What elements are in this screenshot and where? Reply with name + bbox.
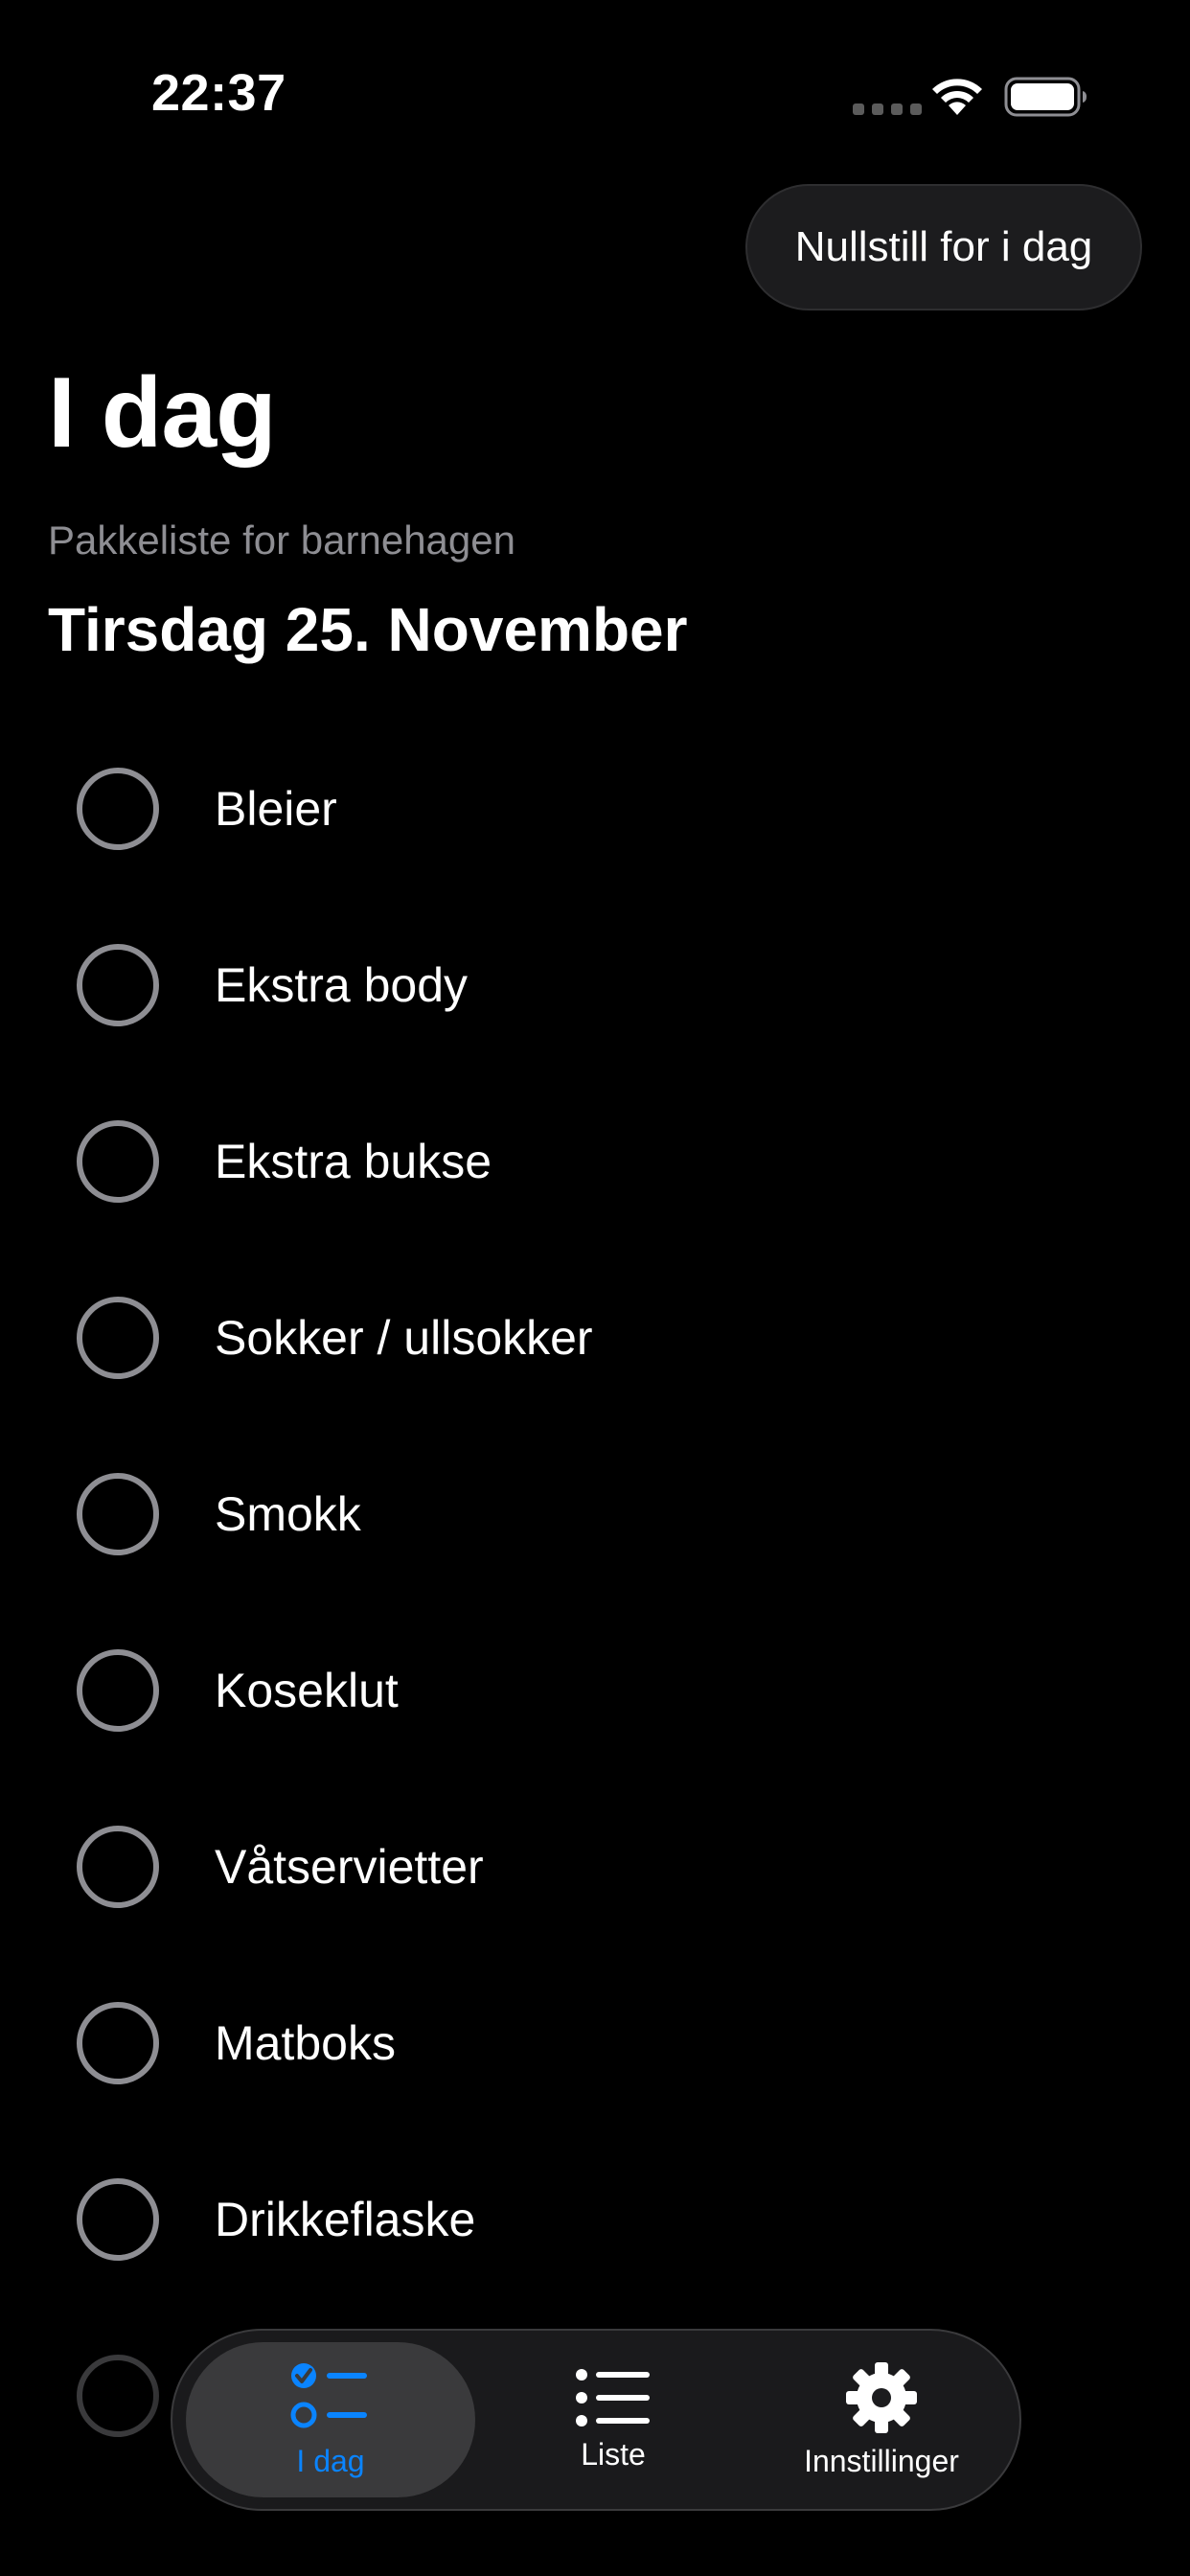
checklist-icon [290, 2362, 367, 2427]
unchecked-circle-icon[interactable] [77, 2355, 159, 2437]
tab-settings-label: Innstillinger [804, 2443, 959, 2478]
unchecked-circle-icon[interactable] [77, 1649, 159, 1732]
date-heading: Tirsdag 25. November [48, 595, 688, 664]
checklist-item-label: Ekstra body [215, 958, 469, 1012]
unchecked-circle-icon[interactable] [77, 2178, 159, 2261]
tab-settings[interactable]: Innstillinger [747, 2331, 1016, 2509]
reset-today-button[interactable]: Nullstill for i dag [745, 184, 1142, 310]
status-time: 22:37 [151, 64, 286, 122]
unchecked-circle-icon[interactable] [77, 2002, 159, 2084]
checklist-item[interactable]: Bleier [0, 721, 1190, 897]
checklist-item[interactable]: Ekstra body [0, 897, 1190, 1073]
checklist-item[interactable]: Våtservietter [0, 1779, 1190, 1955]
unchecked-circle-icon[interactable] [77, 1473, 159, 1555]
checklist-item[interactable]: Sokker / ullsokker [0, 1250, 1190, 1426]
cellular-signal-icon [853, 104, 922, 115]
checklist-item-label: Smokk [215, 1487, 361, 1541]
gear-icon [846, 2361, 917, 2433]
tab-bar: I dag Liste Innstillinger [171, 2329, 1021, 2511]
tab-list-label: Liste [581, 2436, 646, 2472]
checklist-item-label: Våtservietter [215, 1840, 484, 1894]
tab-list[interactable]: Liste [498, 2331, 728, 2509]
checklist-item[interactable]: Ekstra bukse [0, 1073, 1190, 1250]
checklist-item[interactable]: Smokk [0, 1426, 1190, 1602]
list-icon [576, 2368, 650, 2426]
unchecked-circle-icon[interactable] [77, 1826, 159, 1908]
checklist-item[interactable]: Drikkeflaske [0, 2131, 1190, 2308]
page-subtitle: Pakkeliste for barnehagen [48, 518, 515, 563]
checklist-item[interactable]: Koseklut [0, 1602, 1190, 1779]
battery-icon [1004, 77, 1088, 122]
checklist-item[interactable]: Matboks [0, 1955, 1190, 2131]
unchecked-circle-icon[interactable] [77, 1297, 159, 1379]
checklist-item-label: Matboks [215, 2016, 396, 2070]
wifi-icon [929, 73, 985, 122]
checklist-item-label: Koseklut [215, 1664, 399, 1717]
unchecked-circle-icon[interactable] [77, 768, 159, 850]
checklist-item-label: Ekstra bukse [215, 1135, 492, 1188]
checklist-item-label: Drikkeflaske [215, 2193, 476, 2246]
unchecked-circle-icon[interactable] [77, 1120, 159, 1203]
tab-today[interactable]: I dag [186, 2342, 475, 2497]
checklist-item-label: Sokker / ullsokker [215, 1311, 593, 1365]
page-title: I dag [48, 357, 277, 469]
tab-today-label: I dag [296, 2443, 365, 2478]
packing-checklist: Bleier Ekstra body Ekstra bukse Sokker /… [0, 721, 1190, 2484]
unchecked-circle-icon[interactable] [77, 944, 159, 1026]
checklist-item-label: Bleier [215, 782, 337, 836]
screen: 22:37 Nullstill for i dag I dag Pakkelis… [0, 0, 1190, 2576]
